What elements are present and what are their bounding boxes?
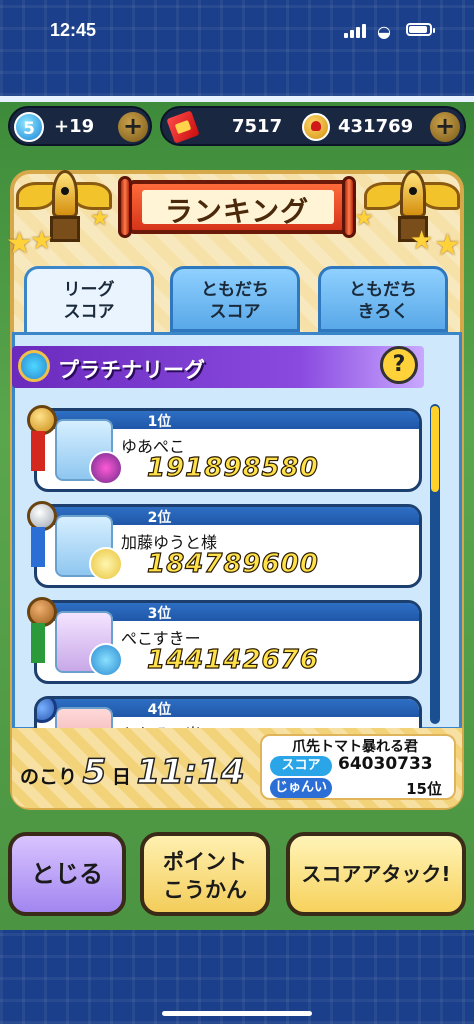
coin-icon (302, 113, 330, 141)
tab-friends-score[interactable]: ともだち スコア (170, 266, 300, 332)
tab-league-score[interactable]: リーグ スコア (24, 266, 154, 332)
player-score: 144142676 (146, 644, 319, 675)
red-ribbon-icon (31, 431, 45, 471)
stamina-plus-count: +19 (54, 116, 95, 137)
stamina-orb-icon: 5 (14, 112, 44, 142)
home-indicator[interactable] (162, 1011, 312, 1016)
green-ribbon-icon (31, 623, 45, 663)
ticket-icon (166, 110, 200, 144)
stamina-pill: 5 +19 + (8, 106, 152, 146)
status-bar: 12:45 ◒ (0, 0, 474, 60)
page-title: ランキング (164, 195, 310, 228)
rank-label: 1位 (147, 414, 172, 430)
star-icon: ★ (6, 226, 33, 261)
battery-icon (406, 23, 435, 36)
my-score-card: 爪先トマト暴れる君 スコア 64030733 じゅんい 15位 (260, 734, 456, 800)
ranking-row[interactable]: 2位 加藤ゆうと様 184789600 (27, 501, 422, 588)
list-scrollbar[interactable] (430, 404, 440, 724)
rank-label: 2位 (147, 510, 172, 526)
wifi-icon: ◒ (377, 22, 391, 41)
score-attack-button[interactable]: スコアアタック! (286, 832, 466, 916)
character-icon (89, 547, 123, 581)
stamina-add-button[interactable]: + (118, 112, 148, 142)
ranking-row[interactable]: 1位 ゆあぺこ 191898580 (27, 405, 422, 492)
ranking-row[interactable]: 3位 ぺこすきー 144142676 (27, 597, 422, 684)
title-banner: ランキング (118, 176, 356, 240)
spiral-badge-icon (37, 699, 57, 723)
blue-ribbon-icon (31, 527, 45, 567)
star-icon: ★ (30, 226, 54, 256)
tab-friends-record[interactable]: ともだち きろく (318, 266, 448, 332)
rank-chip: じゅんい (270, 778, 332, 798)
scrollbar-thumb[interactable] (431, 406, 439, 492)
score-chip: スコア (270, 756, 332, 776)
currency-pill: 7517 431769 + (160, 106, 466, 146)
ticket-count: 7517 (232, 116, 283, 137)
cellular-signal-icon (344, 24, 368, 38)
league-crown-icon (18, 350, 50, 382)
my-player-name: 爪先トマト暴れる君 (292, 739, 418, 755)
coin-add-button[interactable]: + (430, 112, 460, 142)
top-divider (0, 96, 474, 102)
league-name: プラチナリーグ (58, 358, 205, 382)
star-icon: ★ (354, 206, 374, 231)
bottom-pattern-band (0, 930, 474, 1024)
remaining-time: のこり 5 日 11:14 (20, 751, 245, 793)
status-time: 12:45 (50, 20, 97, 40)
my-rank-value: 15位 (406, 780, 442, 798)
help-button[interactable]: ? (380, 346, 418, 384)
star-icon: ★ (90, 206, 110, 231)
my-score-value: 64030733 (338, 754, 433, 774)
coin-count: 431769 (338, 116, 414, 137)
resource-bar: 5 +19 + 7517 431769 + (8, 106, 466, 148)
point-exchange-button[interactable]: ポイント こうかん (140, 832, 270, 916)
star-icon: ★ (410, 226, 434, 256)
star-icon: ★ (434, 228, 461, 263)
close-button[interactable]: とじる (8, 832, 126, 916)
character-icon (89, 643, 123, 677)
player-score: 184789600 (146, 548, 319, 579)
rank-label: 4位 (147, 702, 172, 718)
league-header: プラチナリーグ (12, 346, 424, 388)
rank-label: 3位 (147, 606, 172, 622)
character-icon (89, 451, 123, 485)
player-score: 191898580 (146, 452, 319, 483)
